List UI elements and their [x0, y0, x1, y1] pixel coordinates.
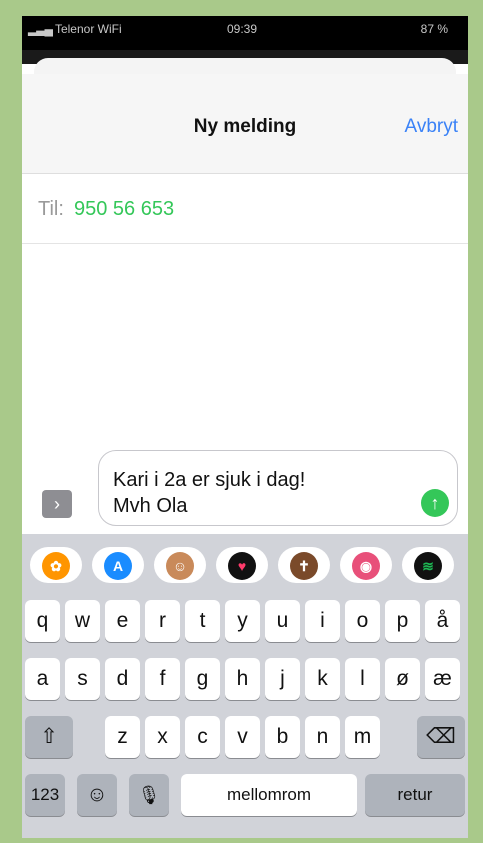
key-z[interactable]: z [105, 716, 140, 758]
key-q[interactable]: q [25, 600, 60, 642]
key-y[interactable]: y [225, 600, 260, 642]
key-c[interactable]: c [185, 716, 220, 758]
signal-icon: ▂▃▄ [28, 22, 53, 36]
carrier-name: Telenor WiFi [54, 22, 122, 36]
key-p[interactable]: p [385, 600, 420, 642]
photos-icon[interactable]: ✿ [30, 547, 82, 583]
phone-screen: ▂▃▄ Telenor WiFi 09:39 87 % Ny melding Av… [22, 16, 468, 838]
microphone-icon[interactable]: 🎙 [129, 774, 169, 816]
memoji-icon[interactable]: ☺ [154, 547, 206, 583]
key-o-slash[interactable]: ø [385, 658, 420, 700]
carrier-label: ▂▃▄ Telenor WiFi [28, 22, 122, 36]
spotify-icon[interactable]: ≋ [402, 547, 454, 583]
key-s[interactable]: s [65, 658, 100, 700]
collage-glyph: ◉ [352, 552, 380, 580]
key-t[interactable]: t [185, 600, 220, 642]
key-a[interactable]: a [25, 658, 60, 700]
page-title: Ny melding [193, 116, 297, 137]
return-key[interactable]: retur [365, 774, 465, 816]
key-h[interactable]: h [225, 658, 260, 700]
key-o[interactable]: o [345, 600, 380, 642]
app-store-glyph: A [104, 552, 132, 580]
bible-icon[interactable]: ✝ [278, 547, 330, 583]
key-n[interactable]: n [305, 716, 340, 758]
numbers-key[interactable]: 123 [25, 774, 65, 816]
key-u[interactable]: u [265, 600, 300, 642]
key-i[interactable]: i [305, 600, 340, 642]
key-f[interactable]: f [145, 658, 180, 700]
camera-app-icon[interactable]: ◉ [340, 547, 392, 583]
emoji-icon[interactable]: ☺ [77, 774, 117, 816]
key-r[interactable]: r [145, 600, 180, 642]
key-g[interactable]: g [185, 658, 220, 700]
imessage-apps-row: ✿ A ☺ ♥ ✝ ◉ ≋ [22, 534, 468, 592]
photos-glyph: ✿ [42, 552, 70, 580]
heart-icon[interactable]: ♥ [216, 547, 268, 583]
message-input[interactable]: Kari i 2a er sjuk i dag! Mvh Ola ↑ [98, 450, 458, 526]
key-w[interactable]: w [65, 600, 100, 642]
digital-touch-glyph: ♥ [228, 552, 256, 580]
space-key[interactable]: mellomrom [181, 774, 357, 816]
key-m[interactable]: m [345, 716, 380, 758]
memoji-glyph: ☺ [166, 552, 194, 580]
bible-glyph: ✝ [290, 552, 318, 580]
spotify-glyph: ≋ [414, 552, 442, 580]
shift-icon[interactable]: ⇧ [25, 716, 73, 758]
key-a-ring[interactable]: å [425, 600, 460, 642]
key-k[interactable]: k [305, 658, 340, 700]
key-v[interactable]: v [225, 716, 260, 758]
chevron-right-icon[interactable]: › [42, 490, 72, 518]
key-x[interactable]: x [145, 716, 180, 758]
key-e[interactable]: e [105, 600, 140, 642]
key-l[interactable]: l [345, 658, 380, 700]
key-d[interactable]: d [105, 658, 140, 700]
key-j[interactable]: j [265, 658, 300, 700]
clock: 09:39 [227, 22, 258, 36]
message-text[interactable]: Kari i 2a er sjuk i dag! Mvh Ola [113, 467, 403, 519]
key-b[interactable]: b [265, 716, 300, 758]
app-store-icon[interactable]: A [92, 547, 144, 583]
backspace-icon[interactable]: ⌫ [417, 716, 465, 758]
status-bar: ▂▃▄ Telenor WiFi 09:39 87 % [22, 16, 468, 50]
key-ae[interactable]: æ [425, 658, 460, 700]
recipient-number[interactable]: 950 56 653 [74, 198, 174, 221]
keyboard: ✿ A ☺ ♥ ✝ ◉ ≋ q w e r t y u i o p å a s … [22, 534, 468, 838]
recipient-label: Til: [38, 198, 64, 220]
arrow-up-icon[interactable]: ↑ [421, 489, 449, 517]
compose-header: Ny melding Avbryt [22, 74, 468, 174]
cancel-button[interactable]: Avbryt [404, 116, 458, 138]
recipient-field[interactable]: Til: 950 56 653 [22, 174, 468, 244]
battery-label: 87 % [420, 22, 448, 36]
